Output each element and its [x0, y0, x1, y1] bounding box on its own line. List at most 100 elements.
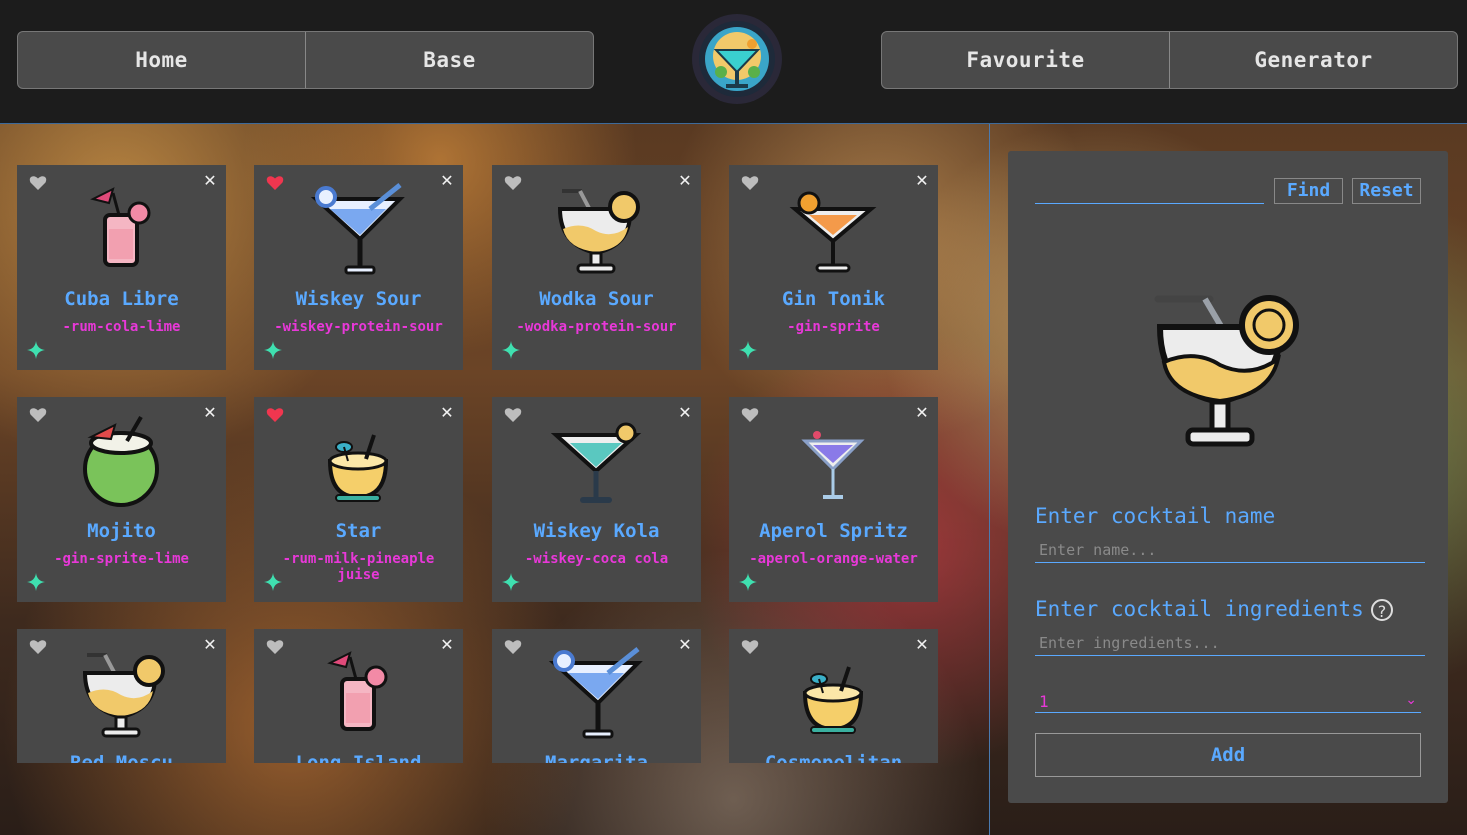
- sparkle-icon[interactable]: [27, 573, 45, 591]
- pink-cocktail-icon: [90, 187, 151, 267]
- cocktail-name: Long Island: [295, 752, 422, 763]
- heart-icon[interactable]: [266, 639, 284, 655]
- cocktail-name: Wiskey Sour: [295, 288, 422, 310]
- heart-icon[interactable]: [29, 639, 47, 655]
- cocktail-card[interactable]: ✕ Wiskey Sour -wiskey-protein-sour: [254, 165, 463, 370]
- cocktail-card[interactable]: ✕ Cuba Libre -rum-cola-lime: [17, 165, 226, 370]
- cocktail-name: Mojito: [87, 520, 156, 542]
- coconut-icon: [83, 415, 159, 507]
- heart-icon[interactable]: [504, 639, 522, 655]
- cocktail-card[interactable]: ✕ Gin Tonik -gin-sprite: [729, 165, 938, 370]
- teal-martini-icon: [550, 422, 642, 503]
- heart-icon[interactable]: [741, 175, 759, 191]
- cocktail-card[interactable]: ✕ Cosmopolitan: [729, 629, 938, 763]
- cocktail-card[interactable]: ✕ Star -rum-milk-pineaple juise: [254, 397, 463, 602]
- pink-cocktail-icon: [327, 651, 388, 731]
- cocktail-name: Star: [335, 520, 382, 542]
- heart-icon[interactable]: [741, 639, 759, 655]
- cocktail-ingredients: -wodka-protein-sour: [516, 319, 677, 335]
- close-icon[interactable]: ✕: [439, 173, 455, 189]
- close-icon[interactable]: ✕: [202, 637, 218, 653]
- cocktail-ingredients: -wiskey-protein-sour: [274, 319, 443, 335]
- close-icon[interactable]: ✕: [439, 405, 455, 421]
- blue-martini-icon: [310, 183, 405, 275]
- lemon-glass-icon: [557, 189, 640, 274]
- cocktail-card[interactable]: ✕ Red Moscu: [17, 629, 226, 763]
- cocktail-name: Wodka Sour: [539, 288, 654, 310]
- nav-left: Home Base: [17, 31, 594, 89]
- nav-generator-button[interactable]: Generator: [1169, 32, 1457, 88]
- search-input[interactable]: [1035, 178, 1264, 202]
- lemon-glass-icon: [1154, 295, 1299, 447]
- pineapple-icon: [327, 434, 389, 502]
- heart-icon[interactable]: [29, 407, 47, 423]
- heart-icon[interactable]: [504, 175, 522, 191]
- close-icon[interactable]: ✕: [202, 405, 218, 421]
- sparkle-icon[interactable]: [502, 573, 520, 591]
- cocktail-card[interactable]: ✕ Long Island: [254, 629, 463, 763]
- sparkle-icon[interactable]: [264, 341, 282, 359]
- cocktail-ingredients: -rum-cola-lime: [62, 319, 181, 335]
- logo[interactable]: [692, 14, 782, 104]
- cocktail-name: Aperol Spritz: [759, 520, 908, 542]
- search-underline: [1035, 203, 1264, 204]
- ingredients-label: Enter cocktail ingredients: [1035, 597, 1364, 621]
- sparkle-icon[interactable]: [264, 573, 282, 591]
- heart-icon[interactable]: [29, 175, 47, 191]
- cocktail-ingredients: -wiskey-coca cola: [524, 551, 669, 567]
- help-icon[interactable]: ?: [1371, 599, 1393, 621]
- divider: [989, 124, 990, 835]
- chevron-down-icon: ⌄: [1405, 692, 1417, 708]
- orange-martini-icon: [789, 191, 877, 273]
- cocktail-ingredients: -gin-sprite: [787, 319, 880, 335]
- close-icon[interactable]: ✕: [677, 173, 693, 189]
- heart-icon[interactable]: [266, 175, 284, 191]
- heart-icon[interactable]: [741, 407, 759, 423]
- cocktail-name: Wiskey Kola: [533, 520, 660, 542]
- cocktail-name: Gin Tonik: [782, 288, 885, 310]
- name-input[interactable]: [1035, 538, 1425, 563]
- cocktail-ingredients: -rum-milk-pineaple juise: [282, 551, 435, 583]
- cocktail-ingredients: -aperol-orange-water: [749, 551, 918, 567]
- add-button[interactable]: Add: [1035, 733, 1421, 777]
- cocktail-card[interactable]: ✕ Aperol Spritz -aperol-orange-water: [729, 397, 938, 602]
- cocktail-ingredients: -gin-sprite-lime: [54, 551, 189, 567]
- close-icon[interactable]: ✕: [677, 405, 693, 421]
- heart-icon[interactable]: [266, 407, 284, 423]
- cocktail-name: Cuba Libre: [64, 288, 179, 310]
- nav-base-button[interactable]: Base: [305, 32, 593, 88]
- heart-icon[interactable]: [504, 407, 522, 423]
- sparkle-icon[interactable]: [27, 341, 45, 359]
- lemon-glass-icon: [82, 653, 165, 738]
- cocktail-logo-icon: [699, 21, 775, 97]
- reset-button[interactable]: Reset: [1352, 178, 1421, 204]
- quantity-select[interactable]: 1 ⌄: [1035, 690, 1421, 713]
- cocktail-card[interactable]: ✕ Margarita: [492, 629, 701, 763]
- cocktail-name: Margarita: [545, 752, 648, 763]
- sparkle-icon[interactable]: [739, 341, 757, 359]
- purple-martini-icon: [801, 431, 865, 499]
- cocktail-name: Red Moscu: [70, 752, 173, 763]
- nav-right: Favourite Generator: [881, 31, 1458, 89]
- close-icon[interactable]: ✕: [202, 173, 218, 189]
- close-icon[interactable]: ✕: [914, 405, 930, 421]
- sparkle-icon[interactable]: [502, 341, 520, 359]
- cocktail-name: Cosmopolitan: [764, 752, 903, 763]
- close-icon[interactable]: ✕: [439, 637, 455, 653]
- close-icon[interactable]: ✕: [914, 637, 930, 653]
- blue-martini-icon: [548, 647, 643, 739]
- sparkle-icon[interactable]: [739, 573, 757, 591]
- pineapple-icon: [802, 666, 864, 734]
- nav-favourite-button[interactable]: Favourite: [882, 32, 1169, 88]
- find-button[interactable]: Find: [1274, 178, 1343, 204]
- select-value: 1: [1039, 692, 1049, 711]
- cocktail-card[interactable]: ✕ Wodka Sour -wodka-protein-sour: [492, 165, 701, 370]
- nav-home-button[interactable]: Home: [18, 32, 305, 88]
- ingredients-input[interactable]: [1035, 631, 1425, 656]
- close-icon[interactable]: ✕: [677, 637, 693, 653]
- close-icon[interactable]: ✕: [914, 173, 930, 189]
- cocktail-card[interactable]: ✕ Wiskey Kola -wiskey-coca cola: [492, 397, 701, 602]
- header: Home Base Favourite Generator: [0, 0, 1467, 124]
- cocktail-card[interactable]: ✕ Mojito -gin-sprite-lime: [17, 397, 226, 602]
- name-label: Enter cocktail name: [1035, 504, 1276, 528]
